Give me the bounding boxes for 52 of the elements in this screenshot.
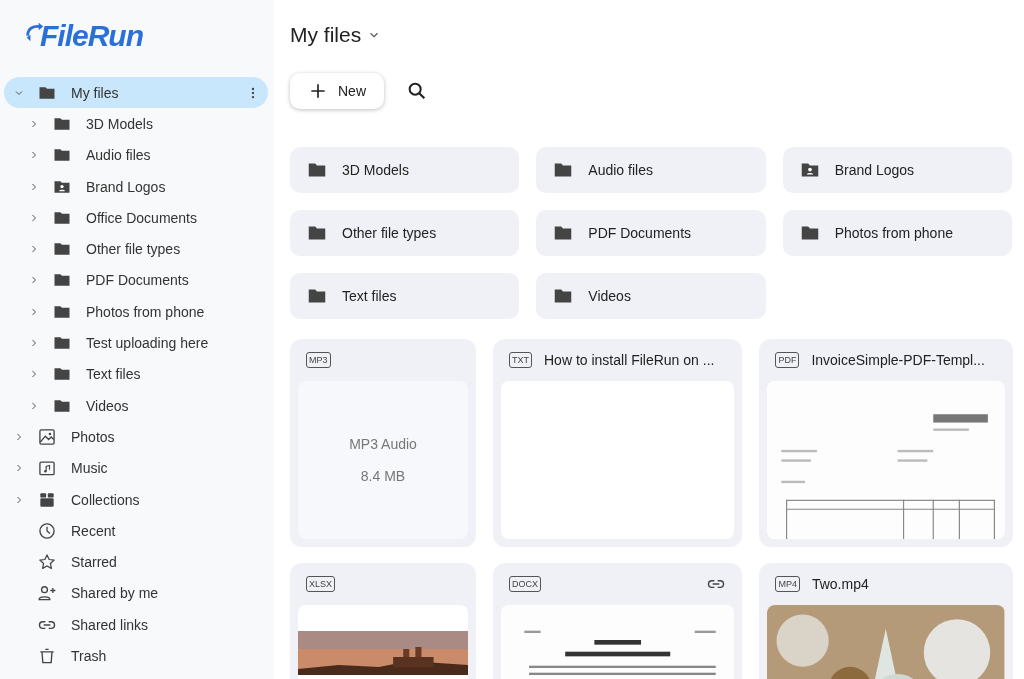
file-name: Two.mp4 <box>811 576 869 592</box>
file-name: InvoiceSimple-PDF-Templ... <box>811 352 985 368</box>
nav-item[interactable]: Text files <box>4 358 268 390</box>
new-button[interactable]: New <box>290 73 384 109</box>
file-type-icon: MP4 <box>775 576 800 592</box>
folder-card[interactable]: Brand Logos <box>782 147 1012 193</box>
folder-card[interactable]: Text files <box>290 273 520 319</box>
trash-icon <box>37 646 57 666</box>
nav-item[interactable]: Music <box>4 452 268 484</box>
nav-item[interactable]: Office Documents <box>4 202 268 234</box>
logo: FileRun <box>24 16 148 56</box>
nav-item[interactable]: Audio files <box>4 139 268 171</box>
nav-item[interactable]: Recent <box>4 515 268 547</box>
file-info: MP3 Audio <box>349 436 417 452</box>
nav-item[interactable]: Test uploading here <box>4 327 268 359</box>
file-type-icon: DOCX <box>509 576 541 592</box>
file-type-icon: MP3 <box>306 352 331 368</box>
image-icon <box>37 426 57 447</box>
clock-icon <box>37 520 57 541</box>
nav-item[interactable]: Starred <box>4 546 268 578</box>
nav-item[interactable]: Videos <box>4 389 268 422</box>
nav-item[interactable]: Trash <box>4 640 268 672</box>
nav-item[interactable]: Shared by me <box>4 577 268 610</box>
folder-card[interactable]: Photos from phone <box>782 210 1012 256</box>
plus-icon <box>308 81 328 101</box>
folder-card[interactable]: Other file types <box>290 210 520 256</box>
nav-item[interactable]: Photos from phone <box>4 296 268 328</box>
nav-item[interactable]: Collections <box>4 483 268 516</box>
nav-item[interactable]: My files <box>4 77 268 109</box>
nav-item[interactable]: Brand Logos <box>4 170 268 203</box>
file-card[interactable]: XLSX <box>290 563 476 679</box>
file-type-icon: XLSX <box>306 576 335 592</box>
nav-item[interactable]: Photos <box>4 421 268 453</box>
folder-card[interactable]: PDF Documents <box>536 210 766 256</box>
page-title: My files <box>290 23 362 47</box>
nav-item[interactable]: Shared links <box>4 609 268 641</box>
file-type-icon: PDF <box>775 352 800 368</box>
file-info: 8.4 MB <box>360 468 406 484</box>
nav-item[interactable]: 3D Models <box>4 108 268 140</box>
file-card[interactable]: TXT How to install FileRun on ... <box>493 339 743 547</box>
file-card[interactable]: MP3 MP3 Audio 8.4 MB <box>290 339 476 547</box>
search-icon[interactable] <box>406 80 428 102</box>
folder-card[interactable]: Videos <box>536 273 766 319</box>
file-card[interactable]: DOCX <box>493 563 743 679</box>
nav-item[interactable]: PDF Documents <box>4 264 268 297</box>
folder-card[interactable]: Audio files <box>536 147 766 193</box>
nav-item[interactable]: Other file types <box>4 233 268 265</box>
file-card[interactable]: PDF InvoiceSimple-PDF-Templ... <box>759 339 1013 547</box>
file-name: How to install FileRun on ... <box>544 352 715 368</box>
file-card[interactable]: MP4 Two.mp4 <box>759 563 1013 679</box>
folder-card[interactable]: 3D Models <box>290 147 520 193</box>
file-type-icon: TXT <box>509 352 532 368</box>
